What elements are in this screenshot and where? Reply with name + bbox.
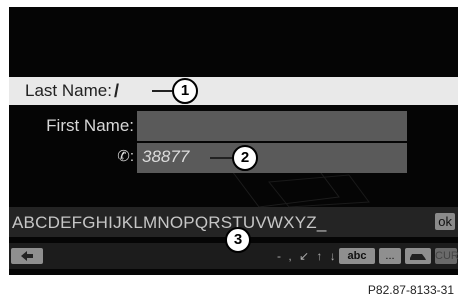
letter-key[interactable]: Q [195,214,208,231]
letter-key[interactable]: C [35,214,47,231]
letter-key[interactable]: L [133,214,143,231]
phone-number-value: 38877 [142,147,190,166]
callout-1: 1 [172,78,198,104]
first-name-row[interactable]: First Name: [9,111,458,141]
letter-key[interactable]: D [48,214,60,231]
text-cursor: / [113,80,119,101]
letter-key[interactable]: H [96,214,108,231]
letter-key[interactable]: B [24,214,36,231]
first-name-field[interactable] [137,111,407,141]
letter-key[interactable]: K [122,214,134,231]
letter-key[interactable]: F [72,214,83,231]
last-name-row[interactable]: Last Name: / [9,77,458,105]
letter-key[interactable]: R [208,214,220,231]
letter-key[interactable]: Y [295,214,307,231]
last-name-label: Last Name: [25,81,112,100]
letter-key[interactable]: _ [317,214,327,231]
letter-key[interactable]: W [267,214,283,231]
abc-button[interactable]: abc [339,248,375,264]
letter-key[interactable]: J [113,214,122,231]
letter-key[interactable]: N [157,214,169,231]
cur-button[interactable]: CUR [435,248,458,264]
letter-key[interactable]: G [82,214,95,231]
letter-key[interactable]: V [255,214,267,231]
callout-3: 3 [225,227,251,253]
car-icon [410,254,426,260]
nav-button[interactable] [405,248,431,264]
back-arrow-icon [21,251,33,261]
figure-reference: P82.87-8133-31 [367,283,454,297]
callout-1-leader [152,90,172,92]
letter-keys[interactable]: A B C D E F G H I J K L M N O P Q R S T U V W X Y Z _ [12,214,327,231]
letter-key[interactable]: E [60,214,72,231]
phone-icon: ✆: [117,148,134,165]
ok-button[interactable]: ok [435,213,455,230]
letter-key[interactable]: A [12,214,24,231]
callout-2: 2 [232,145,258,171]
back-button[interactable] [11,248,43,264]
letter-key[interactable]: M [143,214,157,231]
letter-key[interactable]: O [170,214,183,231]
callout-2-leader [210,157,232,159]
first-name-label: First Name: [46,116,134,135]
more-button[interactable]: ... [379,248,401,264]
letter-key[interactable]: P [183,214,195,231]
letter-key[interactable]: Z [306,214,317,231]
letter-key[interactable]: X [283,214,295,231]
